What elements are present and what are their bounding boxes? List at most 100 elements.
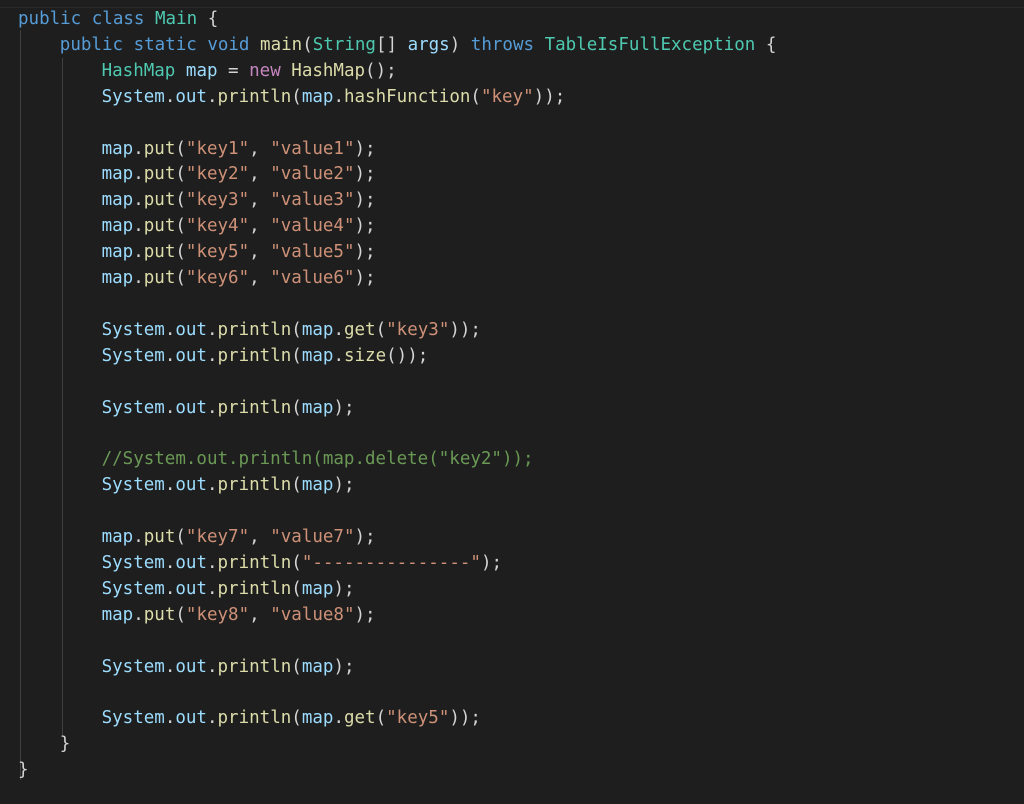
- punctuation-token: ): [449, 34, 471, 55]
- code-line[interactable]: //System.out.println(map.delete("key2"))…: [102, 446, 534, 472]
- code-line[interactable]: public class Main {: [18, 6, 218, 32]
- keyword-token: void: [207, 34, 250, 55]
- function-token: println: [217, 86, 292, 107]
- type-token: HashMap: [101, 60, 176, 81]
- identifier-token: map: [101, 604, 134, 625]
- function-token: put: [143, 604, 176, 625]
- string-token: "key4": [185, 216, 250, 237]
- punctuation-token: .: [206, 708, 218, 729]
- code-line[interactable]: System.out.println(map.get("key5"));: [102, 705, 481, 731]
- punctuation-token: ());: [386, 345, 429, 366]
- punctuation-token: (: [175, 190, 186, 211]
- code-line[interactable]: map.put("key2", "value2");: [102, 161, 376, 187]
- identifier-token: map: [301, 656, 334, 677]
- function-token: HashMap: [291, 60, 366, 81]
- identifier-token: System: [101, 552, 165, 573]
- string-token: "key8": [185, 604, 250, 625]
- identifier-token: map: [101, 268, 134, 288]
- code-line[interactable]: map.put("key5", "value5");: [102, 239, 376, 265]
- punctuation-token: }: [59, 734, 71, 755]
- punctuation-token: .: [164, 86, 176, 107]
- code-line[interactable]: System.out.println("---------------");: [102, 550, 502, 576]
- code-line[interactable]: map.put("key6", "value6");: [102, 265, 376, 291]
- identifier-token: map: [301, 708, 334, 729]
- punctuation-token: (: [291, 397, 302, 418]
- punctuation-token: .: [333, 86, 344, 107]
- string-token: "value5": [270, 242, 355, 263]
- punctuation-token: [144, 9, 155, 29]
- punctuation-token: [281, 61, 292, 81]
- code-line[interactable]: }: [18, 757, 29, 783]
- punctuation-token: .: [164, 708, 176, 729]
- punctuation-token: (: [302, 34, 313, 55]
- string-token: "key": [480, 86, 534, 107]
- punctuation-token: (: [175, 164, 186, 185]
- code-line[interactable]: System.out.println(map.hashFunction("key…: [102, 84, 566, 110]
- code-line[interactable]: System.out.println(map);: [102, 472, 355, 498]
- punctuation-token: (: [291, 656, 302, 677]
- punctuation-token: .: [206, 578, 218, 599]
- identifier-token: map: [101, 138, 134, 159]
- code-line[interactable]: HashMap map = new HashMap();: [102, 58, 397, 84]
- punctuation-token: ,: [249, 164, 271, 185]
- punctuation-token: );: [333, 397, 355, 418]
- punctuation-token: .: [164, 319, 176, 340]
- string-token: "key5": [386, 708, 450, 729]
- keyword-token: class: [91, 9, 145, 29]
- string-token: "key3": [386, 319, 450, 340]
- code-line[interactable]: System.out.println(map.size());: [102, 343, 429, 369]
- identifier-token: out: [175, 397, 207, 418]
- code-line[interactable]: System.out.println(map);: [102, 654, 355, 680]
- identifier-token: out: [175, 345, 207, 366]
- code-line[interactable]: System.out.println(map);: [102, 395, 355, 421]
- function-token: size: [343, 345, 387, 366]
- string-token: "key1": [185, 138, 250, 159]
- punctuation-token: ,: [249, 190, 271, 211]
- punctuation-token: .: [333, 708, 344, 729]
- code-line[interactable]: public static void main(String[] args) t…: [60, 32, 777, 58]
- code-line[interactable]: map.put("key7", "value7");: [102, 524, 376, 550]
- punctuation-token: ,: [249, 604, 271, 625]
- identifier-token: System: [101, 86, 165, 107]
- identifier-token: map: [301, 86, 334, 107]
- punctuation-token: (: [291, 475, 302, 496]
- punctuation-token: );: [354, 268, 376, 288]
- string-token: "value6": [270, 268, 355, 288]
- code-line[interactable]: map.put("key1", "value1");: [102, 136, 376, 162]
- punctuation-token: {: [755, 34, 777, 55]
- string-token: "value1": [270, 138, 355, 159]
- function-token: println: [217, 708, 292, 729]
- identifier-token: out: [175, 319, 207, 340]
- identifier-token: map: [101, 216, 134, 237]
- identifier-token: map: [301, 345, 334, 366]
- punctuation-token: (: [291, 578, 302, 599]
- function-token: println: [217, 656, 292, 677]
- function-token: put: [143, 216, 176, 237]
- function-token: put: [143, 164, 176, 185]
- punctuation-token: );: [354, 164, 376, 185]
- identifier-token: System: [101, 319, 165, 340]
- code-line[interactable]: map.put("key4", "value4");: [102, 213, 376, 239]
- punctuation-token: .: [333, 345, 344, 366]
- identifier-token: System: [101, 656, 165, 677]
- function-token: println: [217, 578, 292, 599]
- punctuation-token: .: [133, 604, 144, 625]
- keyword-token: public: [59, 34, 124, 55]
- string-token: "key3": [185, 190, 250, 211]
- punctuation-token: [534, 35, 545, 55]
- punctuation-token: (: [291, 319, 302, 340]
- code-line[interactable]: System.out.println(map.get("key3"));: [102, 317, 481, 343]
- code-line[interactable]: System.out.println(map);: [102, 576, 355, 602]
- string-token: "key7": [185, 527, 250, 547]
- punctuation-token: (: [175, 527, 186, 547]
- identifier-token: out: [175, 656, 207, 677]
- punctuation-token: [249, 35, 260, 55]
- function-token: get: [343, 708, 376, 729]
- code-line[interactable]: }: [60, 731, 71, 757]
- string-token: "key6": [185, 268, 250, 288]
- code-line[interactable]: map.put("key3", "value3");: [102, 187, 376, 213]
- string-token: "value3": [270, 190, 355, 211]
- code-editor[interactable]: public class Main {public static void ma…: [0, 0, 1024, 804]
- punctuation-token: );: [333, 656, 355, 677]
- code-line[interactable]: map.put("key8", "value8");: [102, 602, 376, 628]
